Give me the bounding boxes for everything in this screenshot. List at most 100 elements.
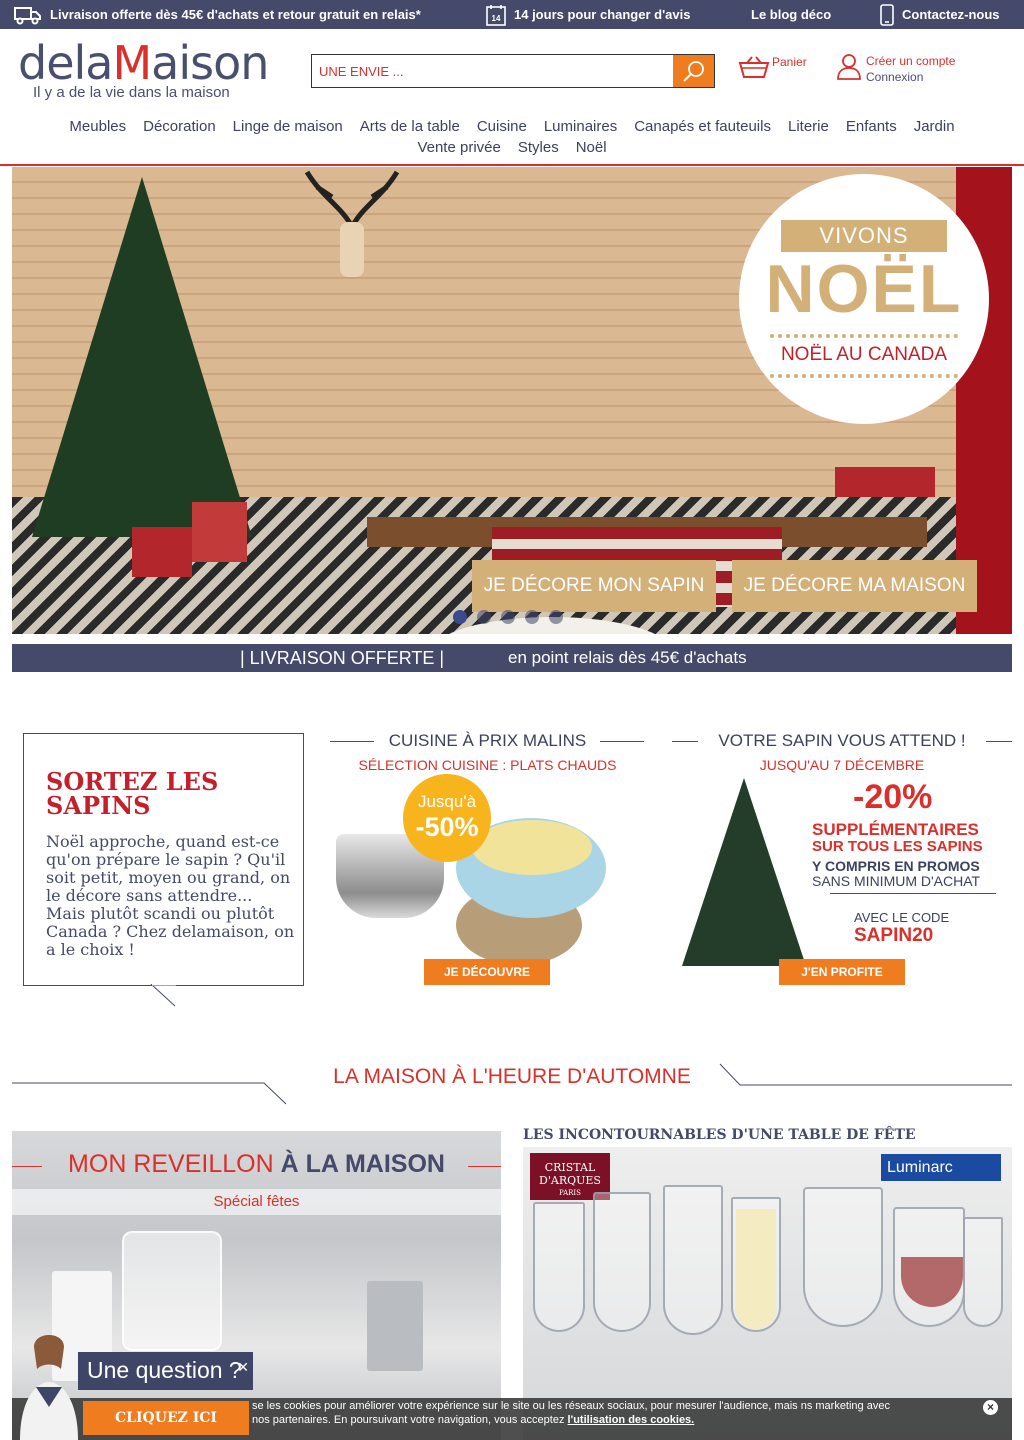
discover-button[interactable]: JE DÉCOUVRE — [424, 959, 550, 985]
glass-image — [803, 1187, 883, 1327]
cookie-close-button[interactable]: × — [983, 1400, 998, 1415]
chat-close-icon[interactable]: ✕ — [237, 1349, 249, 1385]
returns-text: 14 jours pour changer d'avis — [514, 7, 691, 22]
hero-slide-dots — [453, 610, 563, 624]
contact-link[interactable]: Contactez-nous — [880, 0, 1000, 29]
sapins-text: Noël approche, quand est-ce qu'on prépar… — [46, 832, 295, 959]
slide-dot[interactable] — [501, 610, 515, 624]
nav-item-decoration[interactable]: Décoration — [143, 116, 216, 137]
basket-icon[interactable] — [738, 55, 770, 79]
chat-click-button[interactable]: CLIQUEZ ICI — [83, 1401, 249, 1435]
calendar-icon: 14 — [486, 4, 506, 26]
nav-item-literie[interactable]: Literie — [788, 116, 829, 137]
promo-code: SAPIN20 — [854, 925, 934, 946]
decorate-home-button[interactable]: JE DÉCORE MA MAISON — [732, 560, 977, 612]
free-shipping-text: Livraison offerte dès 45€ d'achats et re… — [50, 7, 421, 22]
promo-divider — [830, 893, 996, 894]
search-button[interactable] — [673, 55, 714, 87]
sapin-promo-title[interactable]: VOTRE SAPIN VOUS ATTEND ! — [672, 731, 1012, 751]
cuisine-promo-subtitle: SÉLECTION CUISINE : PLATS CHAUDS — [358, 757, 617, 773]
blog-link[interactable]: Le blog déco — [751, 0, 831, 29]
gift-box — [835, 467, 935, 497]
returns-info[interactable]: 14 14 jours pour changer d'avis — [486, 0, 690, 29]
top-info-bar: Livraison offerte dès 45€ d'achats et re… — [0, 0, 1024, 29]
nav-item-linge[interactable]: Linge de maison — [233, 116, 343, 137]
reveillon-card[interactable]: MON REVEILLON À LA MAISON Spécial fêtes — [12, 1131, 501, 1440]
promo-line-4: SANS MINIMUM D'ACHAT — [812, 873, 981, 889]
create-account-link[interactable]: Créer un compte — [866, 54, 955, 68]
promo-percent: -20% — [853, 778, 933, 816]
blog-link-label: Le blog déco — [751, 7, 832, 22]
hero-banner[interactable]: VIVONS NOËL NOËL AU CANADA JE DÉCORE MON… — [12, 167, 1012, 634]
nav-item-meubles[interactable]: Meubles — [69, 116, 126, 137]
glass-image — [893, 1207, 965, 1327]
title-rule — [986, 741, 1012, 742]
section-rule-right — [719, 1063, 1012, 1086]
cart-link[interactable]: Panier — [772, 55, 807, 69]
reveillon-subtitle: Spécial fêtes — [12, 1189, 501, 1215]
logo-tagline: Il y a de la vie dans la maison — [33, 84, 230, 101]
sapins-title: SORTEZ LES SAPINS — [46, 767, 219, 820]
nav-item-cuisine[interactable]: Cuisine — [477, 116, 527, 137]
deer-antlers-decor — [304, 170, 400, 277]
silver-candle-image — [367, 1281, 423, 1371]
logo-wordmark: delaMaison — [18, 36, 269, 90]
calendar-day-label: 14 — [492, 14, 501, 23]
free-delivery-detail: en point relais dès 45€ d'achats — [508, 648, 747, 667]
nav-item-jardin[interactable]: Jardin — [914, 116, 955, 137]
sapins-editorial-box[interactable]: SORTEZ LES SAPINS Noël approche, quand e… — [23, 733, 304, 986]
cuisine-promo-title[interactable]: CUISINE À PRIX MALINS — [330, 731, 645, 751]
cristal-logo-line-1: CRISTAL — [544, 1161, 596, 1174]
search-input[interactable] — [312, 55, 674, 87]
cristal-logo-line-2: D'ARQUES — [539, 1174, 601, 1187]
nav-item-luminaires[interactable]: Luminaires — [544, 116, 617, 137]
logo-part-aison: aison — [151, 36, 269, 90]
decorate-tree-button[interactable]: JE DÉCORE MON SAPIN — [472, 560, 716, 612]
table-glasses-card[interactable]: CRISTAL D'ARQUES PARIS Luminarc — [523, 1147, 1012, 1440]
nav-item-arts-table[interactable]: Arts de la table — [360, 116, 460, 137]
badge-dotted-line — [770, 374, 958, 378]
slide-dot[interactable] — [453, 610, 467, 624]
slide-dot[interactable] — [525, 610, 539, 624]
promo-line-2: SUR TOUS LES SAPINS — [812, 838, 983, 855]
free-delivery-strip[interactable]: | LIVRAISON OFFERTE | en point relais dè… — [12, 644, 1012, 672]
christmas-tree-image — [32, 177, 252, 537]
nav-item-noel[interactable]: Noël — [576, 137, 607, 158]
decorated-tree-image — [682, 778, 806, 966]
chat-question-bubble[interactable]: Une question ? ✕ — [78, 1352, 253, 1390]
login-link[interactable]: Connexion — [866, 70, 923, 84]
slide-dot[interactable] — [549, 610, 563, 624]
main-nav: Meubles Décoration Linge de maison Arts … — [0, 116, 1024, 158]
main-nav-row-2: Vente privée Styles Noël — [0, 137, 1024, 158]
sapin-promo-subtitle: JUSQU'AU 7 DÉCEMBRE — [759, 757, 925, 773]
glass-jar-image — [122, 1231, 222, 1351]
discount-badge-value: -50% — [415, 812, 479, 842]
glass-image — [663, 1185, 723, 1335]
cookie-text: se les cookies pour améliorer votre expé… — [252, 1399, 902, 1427]
free-shipping-info[interactable]: Livraison offerte dès 45€ d'achats et re… — [14, 0, 421, 29]
nav-item-enfants[interactable]: Enfants — [846, 116, 897, 137]
vivons-noel-badge: VIVONS NOËL NOËL AU CANADA — [739, 174, 989, 424]
glass-image — [963, 1217, 1003, 1327]
slide-dot[interactable] — [477, 610, 491, 624]
promo-line-1: SUPPLÉMENTAIRES — [812, 820, 979, 839]
reveillon-title-part-a: MON REVEILLON — [68, 1150, 281, 1178]
badge-dotted-line — [770, 334, 958, 338]
page: Livraison offerte dès 45€ d'achats et re… — [0, 0, 1024, 1440]
profit-button[interactable]: J'EN PROFITE — [779, 959, 905, 985]
support-agent-avatar[interactable] — [14, 1327, 84, 1440]
user-icon[interactable] — [836, 53, 862, 80]
badge-top-label: VIVONS — [781, 220, 947, 252]
logo-part-dela: dela — [18, 36, 113, 90]
cookie-policy-link[interactable]: l'utilisation des cookies. — [568, 1414, 695, 1426]
nav-item-canapes[interactable]: Canapés et fauteuils — [634, 116, 771, 137]
discount-badge: Jusqu'à -50% — [403, 774, 491, 862]
nav-item-vente-privee[interactable]: Vente privée — [417, 137, 500, 158]
discount-badge-label: Jusqu'à — [417, 792, 477, 811]
nav-item-styles[interactable]: Styles — [518, 137, 559, 158]
table-card-title[interactable]: LES INCONTOURNABLES D'UNE TABLE DE FÊTE — [523, 1127, 916, 1143]
site-logo[interactable]: delaMaison Il y a de la vie dans la mais… — [18, 38, 278, 104]
promo-line-3: Y COMPRIS EN PROMOS — [812, 858, 980, 874]
badge-sub-label: NOËL AU CANADA — [780, 344, 948, 365]
truck-icon — [14, 6, 41, 24]
